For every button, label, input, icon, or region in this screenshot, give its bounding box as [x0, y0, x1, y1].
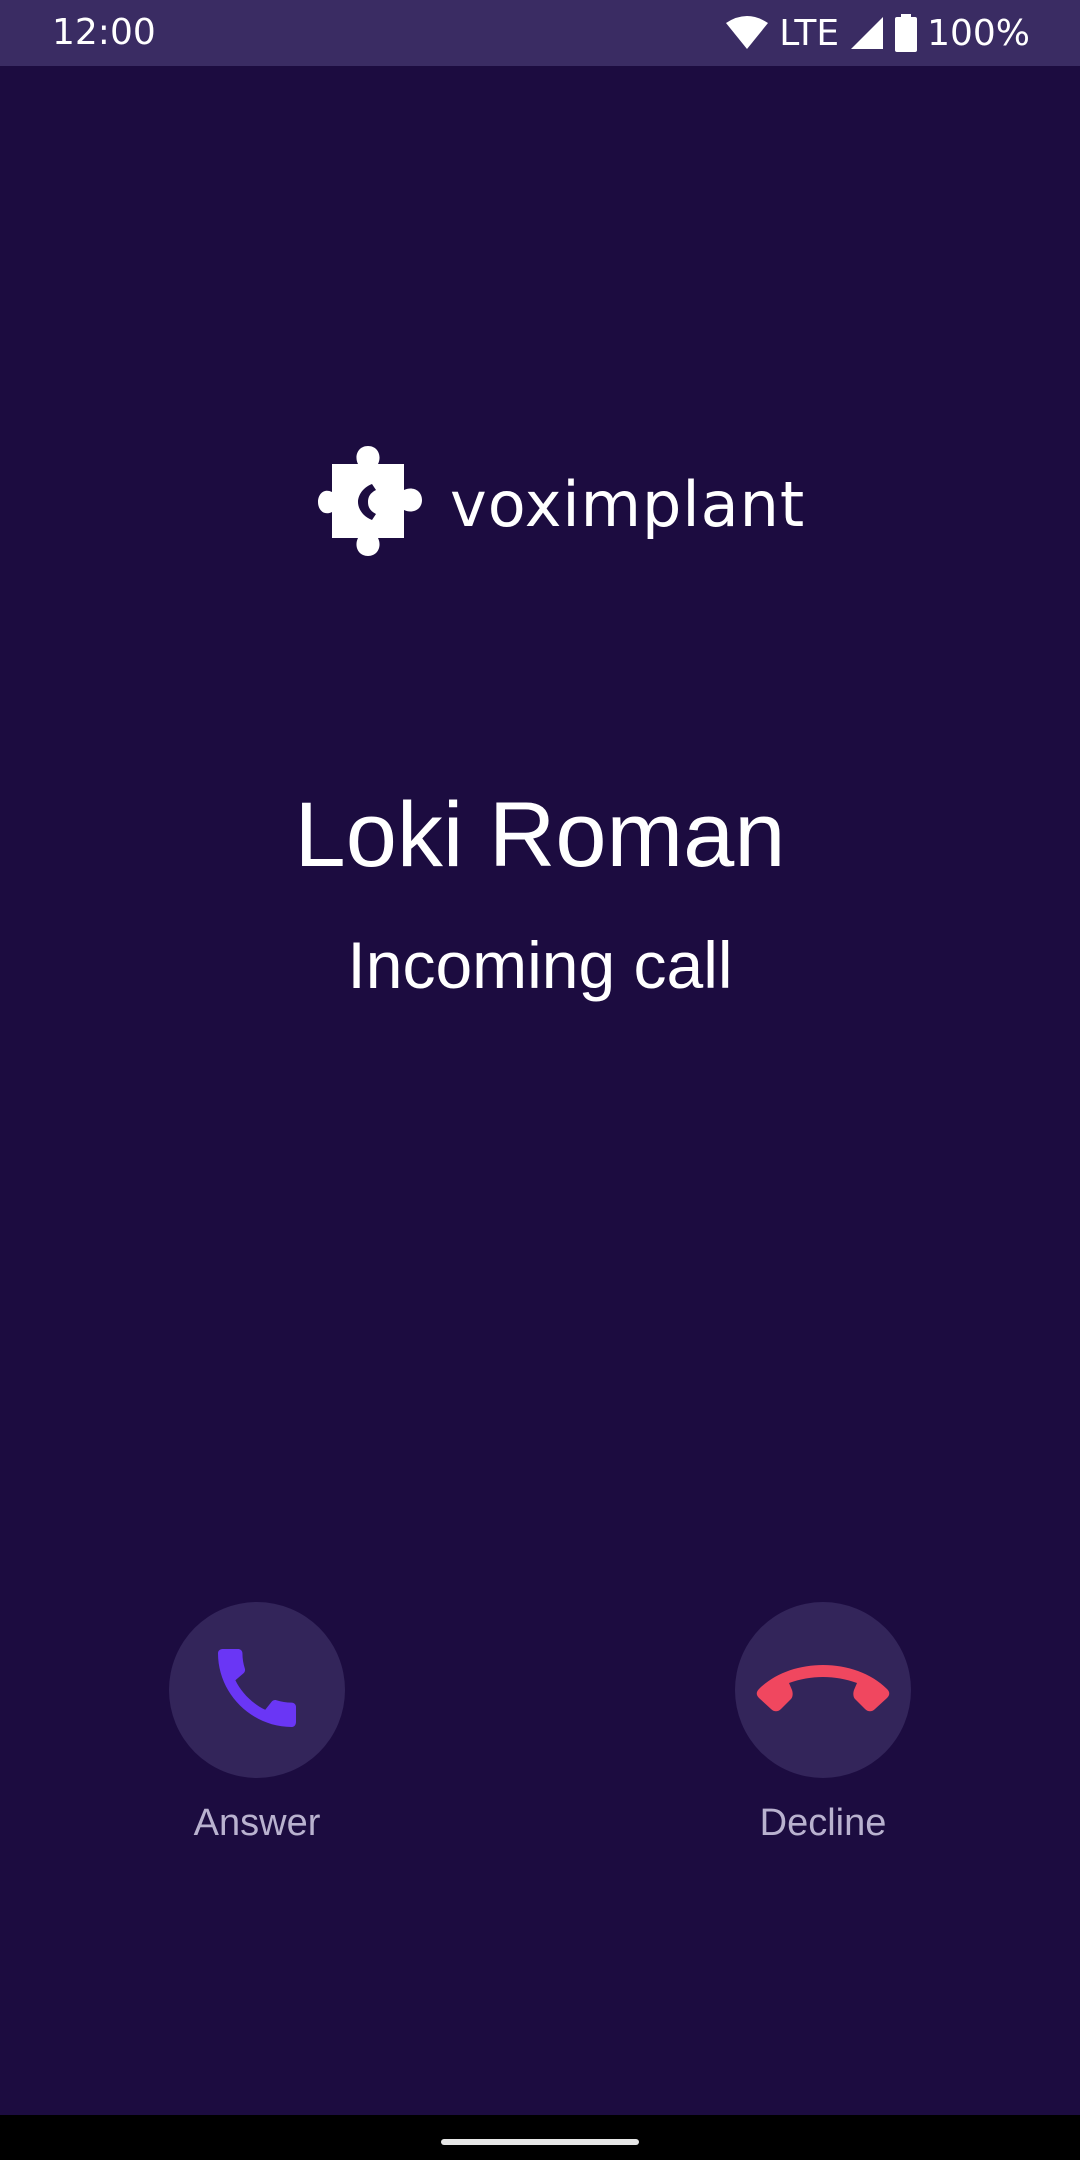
voximplant-logo: voximplant [318, 445, 806, 563]
caller-name: Loki Roman [294, 784, 786, 886]
home-gesture-handle[interactable] [441, 2139, 639, 2145]
answer-button[interactable] [169, 1602, 345, 1778]
battery-icon [895, 14, 918, 52]
call-status: Incoming call [347, 928, 733, 1002]
signal-icon [849, 15, 885, 51]
status-time: 12:00 [52, 12, 156, 53]
status-icons: LTE 100% [725, 10, 1030, 56]
decline-action: Decline [735, 1602, 911, 1846]
phone-answer-icon [205, 1636, 309, 1745]
incoming-call-screen: 12:00 LTE 100% voximplant Loki Roman Inc… [0, 0, 1080, 2160]
puzzle-phone-logo-icon [318, 445, 430, 563]
decline-label: Decline [759, 1802, 887, 1844]
navigation-bar [0, 2115, 1080, 2160]
battery-level: 100% [927, 12, 1030, 54]
phone-hangup-icon [753, 1653, 893, 1728]
network-type: LTE [779, 12, 840, 54]
logo-text: voximplant [450, 467, 806, 541]
status-bar: 12:00 LTE 100% [0, 0, 1080, 66]
answer-action: Answer [169, 1602, 345, 1846]
answer-label: Answer [193, 1802, 321, 1844]
decline-button[interactable] [735, 1602, 911, 1778]
wifi-icon [725, 15, 769, 51]
